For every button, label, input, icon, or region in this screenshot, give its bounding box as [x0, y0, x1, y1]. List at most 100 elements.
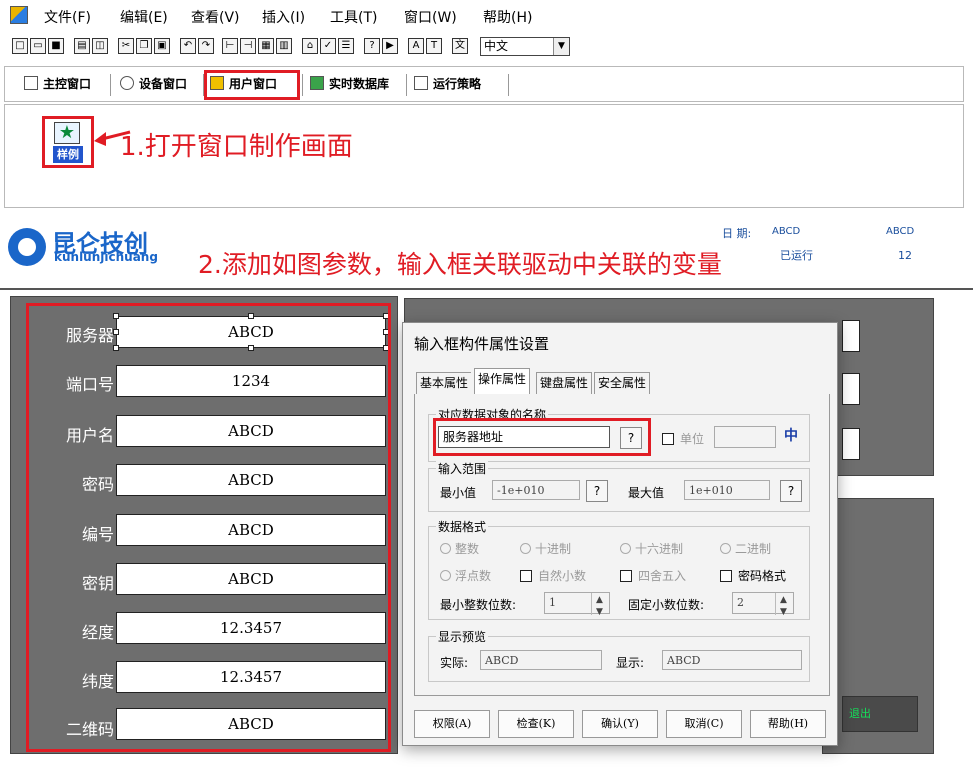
permission-button[interactable]: 权限(A) [414, 710, 490, 738]
spin-arrows-icon[interactable]: ▲ ▼ [775, 593, 793, 617]
checkbox-box[interactable] [720, 570, 732, 582]
radio-hex[interactable]: 十六进制 [620, 540, 683, 557]
language-icon[interactable]: 文 [452, 38, 468, 54]
unit-language-icon[interactable]: 中 [780, 425, 802, 447]
paste-icon[interactable]: ▣ [154, 38, 170, 54]
min-value-input[interactable]: -1e+010 [492, 480, 580, 500]
spin-arrows-icon[interactable]: ▲ ▼ [591, 593, 609, 617]
check-button[interactable]: 检查(K) [498, 710, 574, 738]
tab-operation[interactable]: 操作属性 [474, 368, 531, 395]
help-button[interactable]: 帮助(H) [750, 710, 826, 738]
font-select[interactable]: 中文 ▼ [480, 37, 570, 56]
divider [302, 74, 303, 96]
checkbox-box[interactable] [520, 570, 532, 582]
data-format-title: 数据格式 [436, 518, 489, 535]
device-window-icon [120, 76, 134, 90]
max-value-label: 最大值 [628, 486, 665, 500]
chevron-down-icon[interactable]: ▼ [553, 38, 569, 55]
divider [508, 74, 509, 96]
tab-realtime-db[interactable]: 实时数据库 [306, 74, 393, 96]
list-icon[interactable]: ☰ [338, 38, 354, 54]
tab-security[interactable]: 安全属性 [594, 372, 651, 394]
min-int-digits-label: 最小整数位数: [440, 598, 517, 612]
display-preview: ABCD [662, 650, 802, 670]
tab-run-strategy[interactable]: 运行策略 [410, 74, 485, 96]
tab-keyboard[interactable]: 键盘属性 [536, 372, 593, 394]
confirm-button[interactable]: 确认(Y) [582, 710, 658, 738]
date-value: ABCD [772, 226, 801, 237]
checkbox-box[interactable] [620, 570, 632, 582]
tab-basic[interactable]: 基本属性 [416, 372, 472, 394]
logo-text-en: kunlunjichuang [54, 250, 158, 264]
cancel-button[interactable]: 取消(C) [666, 710, 742, 738]
fixed-decimal-input[interactable]: 2 ▲ ▼ [732, 592, 794, 617]
database-icon [310, 76, 324, 90]
sample-window-icon[interactable]: ★ 样例 [42, 116, 94, 168]
new-icon[interactable]: □ [12, 38, 28, 54]
menu-window[interactable]: 窗口(W) [404, 7, 457, 27]
help-icon[interactable]: ? [364, 38, 380, 54]
tab-main-window[interactable]: 主控窗口 [20, 74, 95, 96]
unit-checkbox-box[interactable] [662, 433, 674, 445]
menu-bar: 文件(F) 编辑(E) 查看(V) 插入(I) 工具(T) 窗口(W) 帮助(H… [0, 0, 973, 30]
star-icon: ★ [54, 122, 80, 144]
unit-checkbox[interactable]: 单位 [662, 430, 704, 447]
menu-help[interactable]: 帮助(H) [483, 7, 532, 27]
grid-icon[interactable]: ▦ [258, 38, 274, 54]
actual-preview: ABCD [480, 650, 602, 670]
radio-decimal[interactable]: 十进制 [520, 540, 571, 557]
tab-device-window[interactable]: 设备窗口 [116, 74, 191, 96]
menu-file[interactable]: 文件(F) [44, 7, 91, 27]
radio-float[interactable]: 浮点数 [440, 567, 491, 584]
radio-circle-icon [720, 543, 731, 554]
menu-tools[interactable]: 工具(T) [330, 7, 377, 27]
align-left-icon[interactable]: ⊢ [222, 38, 238, 54]
annotation-step2: 2.添加如图参数，输入框关联驱动中关联的变量 [198, 250, 722, 279]
min-int-digits-input[interactable]: 1 ▲ ▼ [544, 592, 610, 617]
run-icon[interactable]: ▶ [382, 38, 398, 54]
properties-icon[interactable]: ⌂ [302, 38, 318, 54]
natural-decimal-checkbox[interactable]: 自然小数 [520, 567, 586, 584]
font-style-icon[interactable]: T [426, 38, 442, 54]
radio-binary[interactable]: 二进制 [720, 540, 771, 557]
menu-insert[interactable]: 插入(I) [262, 7, 305, 27]
check-icon[interactable]: ✓ [320, 38, 336, 54]
exit-button[interactable]: 退出 [842, 696, 918, 732]
max-value-input[interactable]: 1e+010 [684, 480, 770, 500]
main-window-icon [24, 76, 38, 90]
undo-icon[interactable]: ↶ [180, 38, 196, 54]
fixed-decimal-label: 固定小数位数: [628, 598, 705, 612]
table-icon[interactable]: ▥ [276, 38, 292, 54]
menu-edit[interactable]: 编辑(E) [120, 7, 168, 27]
align-center-icon[interactable]: ⊣ [240, 38, 256, 54]
menu-view[interactable]: 查看(V) [191, 7, 240, 27]
unit-input[interactable] [714, 426, 776, 448]
radio-circle-icon [440, 570, 451, 581]
highlight-box [26, 303, 391, 752]
radio-circle-icon [440, 543, 451, 554]
print-icon[interactable]: ▤ [74, 38, 90, 54]
save-icon[interactable]: ■ [48, 38, 64, 54]
right-field[interactable] [842, 373, 860, 405]
font-select-value: 中文 [484, 39, 509, 53]
round-checkbox[interactable]: 四舍五入 [620, 567, 686, 584]
max-value-browse-button[interactable]: ? [780, 480, 802, 502]
copy-icon[interactable]: ❐ [136, 38, 152, 54]
header-divider [0, 288, 973, 290]
preview-icon[interactable]: ◫ [92, 38, 108, 54]
font-color-icon[interactable]: A [408, 38, 424, 54]
redo-icon[interactable]: ↷ [198, 38, 214, 54]
actual-label: 实际: [440, 656, 469, 670]
password-format-checkbox[interactable]: 密码格式 [720, 567, 786, 584]
radio-integer[interactable]: 整数 [440, 540, 479, 557]
right-field[interactable] [842, 428, 860, 460]
divider [406, 74, 407, 96]
strategy-icon [414, 76, 428, 90]
min-value-browse-button[interactable]: ? [586, 480, 608, 502]
annotation-step1: 1.打开窗口制作画面 [120, 132, 353, 162]
cut-icon[interactable]: ✂ [118, 38, 134, 54]
right-field[interactable] [842, 320, 860, 352]
dialog-title: 输入框构件属性设置 [414, 335, 550, 353]
open-icon[interactable]: ▭ [30, 38, 46, 54]
toolbar: □ ▭ ■ ▤ ◫ ✂ ❐ ▣ ↶ ↷ ⊢ ⊣ ▦ ▥ ⌂ ✓ ☰ ? ▶ A … [0, 32, 973, 62]
